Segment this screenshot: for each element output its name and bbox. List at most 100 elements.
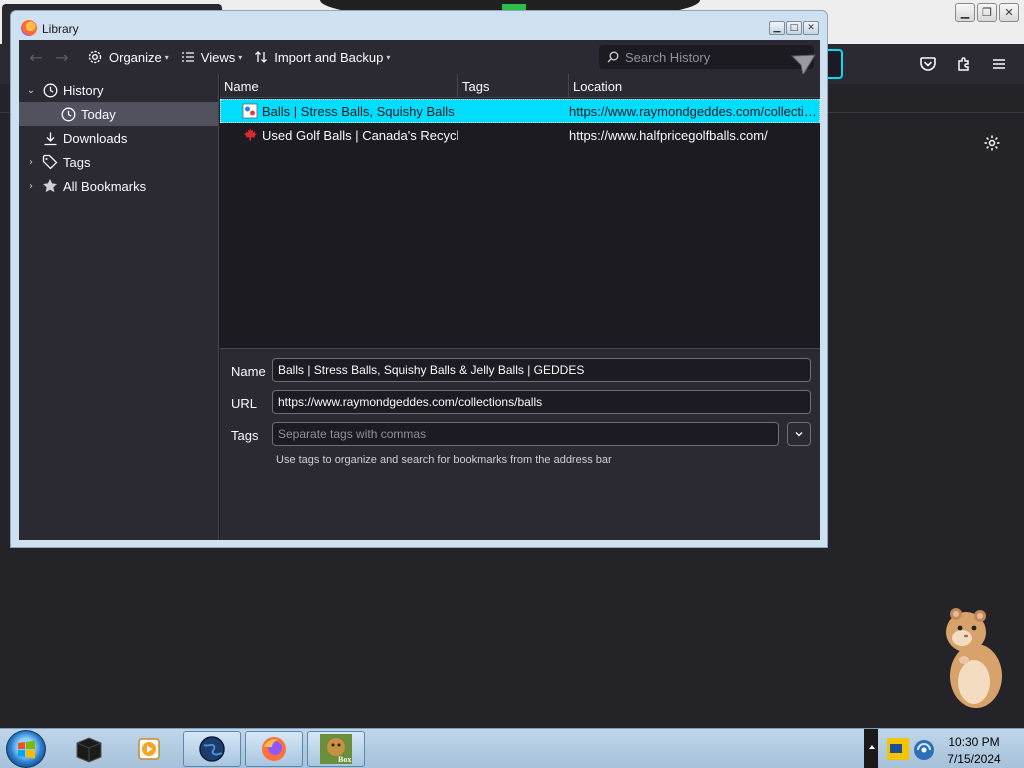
name-field[interactable] xyxy=(272,358,811,382)
taskbar-app-black-box[interactable] xyxy=(60,731,118,767)
chevron-down-icon xyxy=(795,432,803,437)
forward-arrow-icon[interactable]: → xyxy=(49,48,75,67)
search-history-input[interactable] xyxy=(625,49,795,65)
sidebar-item-label: Downloads xyxy=(63,130,128,146)
chevron-up-icon xyxy=(869,745,875,749)
row-name-text: Balls | Stress Balls, Squishy Balls & ..… xyxy=(262,103,458,119)
column-header-name[interactable]: Name xyxy=(220,74,458,98)
library-body: ← → Organize ▾ Views ▾ Import and Backup… xyxy=(19,40,820,540)
hamster-desktop-pet[interactable] xyxy=(940,606,1008,713)
library-minimize-button[interactable]: ▁ xyxy=(769,21,785,35)
pocket-icon[interactable] xyxy=(919,55,937,76)
chevron-down-icon[interactable]: ⌄ xyxy=(25,85,37,96)
chevron-right-icon[interactable]: › xyxy=(25,157,37,168)
import-backup-label: Import and Backup xyxy=(274,49,384,65)
taskbar-app-box-game[interactable]: Box xyxy=(307,731,365,767)
extensions-icon[interactable] xyxy=(955,55,973,76)
search-icon xyxy=(607,51,619,63)
library-maximize-button[interactable]: □ xyxy=(786,21,802,35)
tag-icon xyxy=(41,153,59,171)
chevron-right-icon[interactable]: › xyxy=(25,181,37,192)
maple-leaf-favicon-icon xyxy=(242,127,258,143)
sidebar-item-label: All Bookmarks xyxy=(63,178,147,194)
import-export-icon xyxy=(255,51,268,63)
restore-button[interactable]: ❐ xyxy=(977,3,997,22)
start-button[interactable] xyxy=(6,730,46,768)
table-row[interactable]: Used Golf Balls | Canada's Recycle... ht… xyxy=(220,123,820,147)
chevron-down-icon: ▾ xyxy=(164,52,169,62)
chevron-down-icon: ▾ xyxy=(386,52,391,62)
sidebar-item-downloads[interactable]: Downloads xyxy=(19,126,218,150)
globe-icon xyxy=(199,736,225,762)
chevron-down-icon: ▾ xyxy=(238,52,243,62)
library-titlebar[interactable]: Library ▁ □ ✕ xyxy=(11,11,827,39)
browser-window-controls: ▁ ❐ ✕ xyxy=(955,3,1019,22)
library-sidebar: ⌄ History Today Downloads › Tags › All B… xyxy=(19,74,219,540)
cube-icon xyxy=(76,737,102,763)
geddes-favicon-icon xyxy=(242,103,258,119)
sidebar-item-all-bookmarks[interactable]: › All Bookmarks xyxy=(19,174,218,198)
organize-menu-button[interactable]: Organize ▾ xyxy=(87,49,169,65)
network-icon[interactable] xyxy=(912,738,936,762)
hamburger-menu-icon[interactable] xyxy=(990,55,1008,76)
tags-expand-button[interactable] xyxy=(787,422,811,446)
taskbar-app-firefox[interactable] xyxy=(245,731,303,767)
library-window-controls: ▁ □ ✕ xyxy=(769,21,819,35)
column-header-location[interactable]: Location xyxy=(569,74,820,98)
column-headers: Name Tags Location xyxy=(220,74,820,98)
clock-icon xyxy=(59,105,77,123)
views-menu-button[interactable]: Views ▾ xyxy=(181,50,242,65)
game-box-label: Box xyxy=(338,755,351,764)
sidebar-item-tags[interactable]: › Tags xyxy=(19,150,218,174)
sidebar-item-label: Tags xyxy=(63,154,91,170)
details-pane: Name URL Tags Use tags to organize and s… xyxy=(220,348,820,540)
tags-field-label: Tags xyxy=(231,428,259,443)
name-field-label: Name xyxy=(231,364,266,379)
taskbar-app-globe[interactable] xyxy=(183,731,241,767)
list-icon xyxy=(181,52,194,62)
search-history-box[interactable] xyxy=(599,45,814,69)
row-name-cell: Balls | Stress Balls, Squishy Balls & ..… xyxy=(220,103,458,119)
sidebar-item-label: Today xyxy=(81,106,116,122)
table-row[interactable]: Balls | Stress Balls, Squishy Balls & ..… xyxy=(220,99,820,123)
tray-app-icon[interactable] xyxy=(886,736,910,762)
show-hidden-icons-button[interactable] xyxy=(864,729,878,768)
window-title: Library xyxy=(42,22,79,36)
system-tray: 10:30 PM 7/15/2024 xyxy=(864,729,1024,768)
sidebar-item-today[interactable]: Today xyxy=(19,102,218,126)
back-arrow-icon[interactable]: ← xyxy=(23,48,49,67)
history-list: Name Tags Location Balls | Stress Balls,… xyxy=(220,74,820,348)
download-icon xyxy=(41,129,59,147)
library-close-button[interactable]: ✕ xyxy=(803,21,819,35)
url-field[interactable] xyxy=(272,390,811,414)
import-backup-menu-button[interactable]: Import and Backup ▾ xyxy=(254,50,390,65)
tags-field[interactable] xyxy=(272,422,779,446)
views-label: Views xyxy=(200,49,236,65)
tags-hint-text: Use tags to organize and search for book… xyxy=(276,454,612,466)
minimize-button[interactable]: ▁ xyxy=(955,3,975,22)
taskbar-app-media-player[interactable] xyxy=(120,731,178,767)
row-location-cell: https://www.raymondgeddes.com/collectio.… xyxy=(569,103,819,119)
library-toolbar: ← → Organize ▾ Views ▾ Import and Backup… xyxy=(19,40,820,77)
star-icon xyxy=(41,177,59,195)
media-player-icon xyxy=(138,738,160,760)
game-box-icon: Box xyxy=(320,734,352,764)
library-window: Library ▁ □ ✕ ← → Organize ▾ Views ▾ Imp… xyxy=(10,10,828,548)
sidebar-item-history[interactable]: ⌄ History xyxy=(19,78,218,102)
url-field-label: URL xyxy=(231,396,258,411)
gear-icon[interactable] xyxy=(983,134,1001,155)
windows-taskbar: Box 10:30 PM 7/15/2024 xyxy=(0,728,1024,768)
gear-icon xyxy=(88,50,102,64)
organize-label: Organize xyxy=(109,49,162,65)
sidebar-item-label: History xyxy=(63,82,104,98)
row-name-cell: Used Golf Balls | Canada's Recycle... xyxy=(220,127,458,143)
close-button[interactable]: ✕ xyxy=(999,3,1019,22)
column-header-tags[interactable]: Tags xyxy=(458,74,569,98)
firefox-logo-icon xyxy=(262,737,286,761)
row-location-cell: https://www.halfpricegolfballs.com/ xyxy=(569,127,768,143)
clock-date[interactable]: 7/15/2024 xyxy=(944,752,1004,766)
windows-logo-icon xyxy=(18,740,35,759)
clock-time[interactable]: 10:30 PM xyxy=(944,735,1004,749)
row-name-text: Used Golf Balls | Canada's Recycle... xyxy=(262,127,458,143)
firefox-logo-icon xyxy=(21,20,37,36)
